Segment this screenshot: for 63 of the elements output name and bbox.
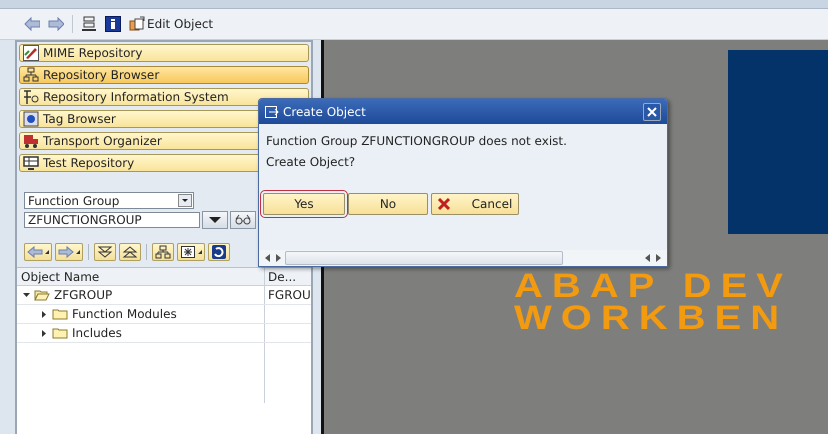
scrollbar-thumb[interactable] xyxy=(285,251,563,265)
caret-icon xyxy=(45,250,49,254)
collapse-icon xyxy=(97,245,113,259)
glasses-icon xyxy=(235,214,251,226)
tree-node[interactable]: Function Modules xyxy=(72,307,177,321)
scroll-left-icon[interactable] xyxy=(265,254,271,262)
caret-icon xyxy=(76,250,80,254)
back-icon xyxy=(27,245,43,259)
dialog-icon xyxy=(265,106,279,118)
folder-icon xyxy=(52,308,68,320)
tree-node[interactable]: ZFGROUP xyxy=(54,288,112,302)
scroll-right-icon[interactable] xyxy=(655,254,661,262)
expand-icon xyxy=(122,245,138,259)
collapsed-triangle-icon[interactable] xyxy=(41,330,48,336)
folder-icon xyxy=(52,327,68,339)
asterisk-button[interactable] xyxy=(177,243,205,261)
navigator-tab[interactable]: Repository Browser xyxy=(19,66,309,84)
splash-logo-text: WORKBEN xyxy=(514,304,790,332)
hierarchy-icon xyxy=(23,67,39,83)
monitor-icon xyxy=(23,155,39,171)
close-button[interactable] xyxy=(643,102,661,120)
info-icon[interactable] xyxy=(105,16,121,32)
tree-node[interactable]: Includes xyxy=(72,326,122,340)
stack-icon[interactable] xyxy=(81,16,97,32)
x-mark-icon xyxy=(438,198,450,210)
navigator-tab[interactable]: Repository Information System xyxy=(19,88,309,106)
collapsed-triangle-icon[interactable] xyxy=(41,310,48,318)
forward-icon xyxy=(58,245,74,259)
dialog-button[interactable]: No xyxy=(348,193,428,215)
caret-icon xyxy=(198,250,202,254)
display-button[interactable] xyxy=(230,211,256,229)
object-name-field[interactable]: ZFUNCTIONGROUP xyxy=(24,212,200,228)
edit-object-icon xyxy=(129,16,145,32)
forward-arrow-icon[interactable] xyxy=(48,16,64,32)
table-cell: FGROU xyxy=(268,288,311,302)
hierarchy-button[interactable] xyxy=(152,243,174,261)
object-type-dropdown[interactable]: Function Group xyxy=(24,192,194,209)
tag-icon xyxy=(23,111,39,127)
close-icon xyxy=(647,106,657,116)
dropdown-triangle-icon xyxy=(208,216,222,224)
truck-icon xyxy=(23,133,39,149)
back-button[interactable] xyxy=(24,243,52,261)
splash-logo-text: ABAP DEV xyxy=(514,272,792,300)
edit-object-button[interactable]: Edit Object xyxy=(129,16,214,32)
collapse-button[interactable] xyxy=(94,243,116,261)
dialog-button[interactable]: Yes xyxy=(263,193,345,215)
dropdown-button[interactable] xyxy=(202,211,228,229)
refresh-icon xyxy=(211,245,227,259)
expand-button[interactable] xyxy=(119,243,141,261)
back-arrow-icon[interactable] xyxy=(24,16,40,32)
expanded-triangle-icon[interactable] xyxy=(23,292,30,298)
refresh-button[interactable] xyxy=(208,243,230,261)
scroll-right-icon[interactable] xyxy=(275,254,281,262)
dialog-button[interactable]: Cancel xyxy=(431,193,519,215)
scroll-left-icon[interactable] xyxy=(645,254,651,262)
asterisk-icon xyxy=(180,245,196,259)
forward-button[interactable] xyxy=(55,243,83,261)
pencil-icon xyxy=(23,45,39,61)
column-header: De... xyxy=(268,270,296,284)
open-folder-icon xyxy=(34,289,50,301)
navigator-tab[interactable]: MIME Repository xyxy=(19,44,309,62)
hierarchy-icon xyxy=(155,245,171,259)
column-header: Object Name xyxy=(21,270,100,284)
